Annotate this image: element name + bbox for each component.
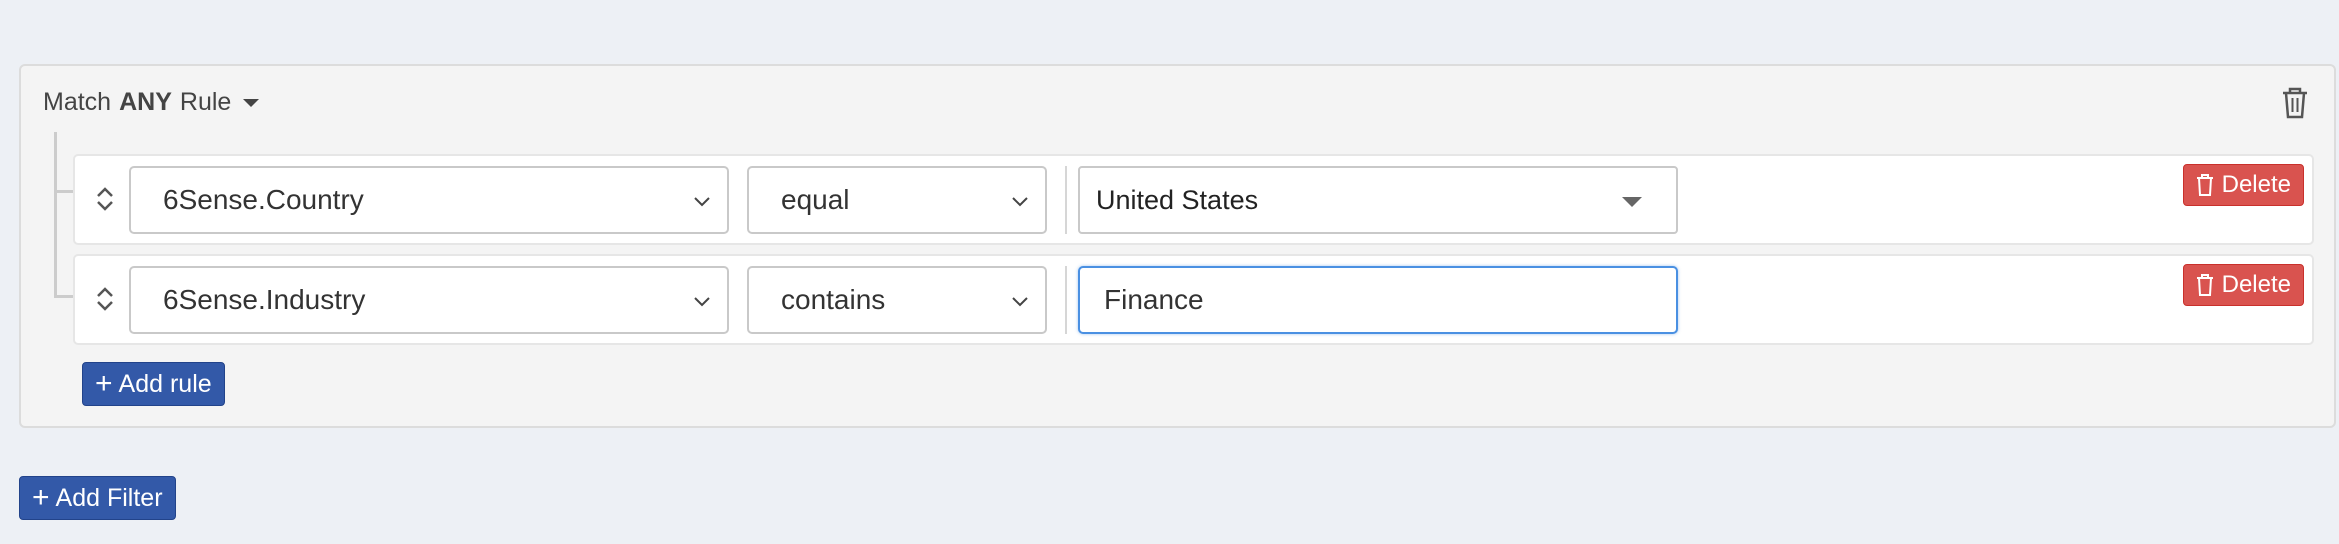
field-select-value: 6Sense.Industry	[163, 284, 366, 315]
value-divider	[1065, 266, 1067, 334]
value-select[interactable]: United States	[1078, 166, 1678, 234]
field-select[interactable]: 6Sense.Industry	[129, 266, 729, 334]
add-rule-button[interactable]: + Add rule	[82, 362, 225, 406]
value-select-value: United States	[1096, 184, 1259, 215]
rule-row: 6Sense.Country equal United States Delet…	[73, 154, 2314, 245]
chevron-down-icon	[1012, 197, 1028, 207]
add-filter-label: Add Filter	[55, 483, 163, 512]
plus-icon: +	[32, 481, 50, 514]
add-filter-button[interactable]: + Add Filter	[19, 476, 176, 520]
trash-icon[interactable]	[2280, 86, 2310, 120]
tree-connector	[54, 132, 57, 298]
rule-row: 6Sense.Industry contains Delete	[73, 254, 2314, 345]
trash-icon	[2196, 274, 2213, 296]
field-select[interactable]: 6Sense.Country	[129, 166, 729, 234]
operator-select[interactable]: contains	[747, 266, 1047, 334]
conjunction-dropdown[interactable]: Match ANY Rule	[43, 88, 260, 117]
add-rule-label: Add rule	[118, 369, 212, 398]
chevron-down-icon	[694, 197, 710, 207]
chevron-down-icon	[1012, 297, 1028, 307]
delete-rule-button[interactable]: Delete	[2182, 164, 2304, 206]
operator-select-value: contains	[781, 284, 886, 315]
delete-label: Delete	[2221, 171, 2291, 198]
operator-select[interactable]: equal	[747, 166, 1047, 234]
trash-icon	[2196, 174, 2213, 196]
rule-group: Match ANY Rule 6Sense.Country equal Unit…	[19, 64, 2336, 428]
delete-rule-button[interactable]: Delete	[2182, 264, 2304, 306]
field-select-value: 6Sense.Country	[163, 184, 364, 215]
drag-handle-icon[interactable]	[95, 184, 115, 214]
operator-select-value: equal	[781, 184, 850, 215]
value-divider	[1065, 166, 1067, 234]
delete-label: Delete	[2221, 271, 2291, 298]
caret-down-icon	[243, 98, 260, 107]
drag-handle-icon[interactable]	[95, 284, 115, 314]
value-input[interactable]	[1078, 266, 1678, 334]
match-label: Match	[43, 88, 112, 116]
conjunction-value: ANY	[119, 88, 172, 116]
caret-down-icon	[1622, 197, 1642, 207]
rule-label: Rule	[179, 88, 232, 116]
chevron-down-icon	[694, 297, 710, 307]
plus-icon: +	[95, 367, 113, 400]
